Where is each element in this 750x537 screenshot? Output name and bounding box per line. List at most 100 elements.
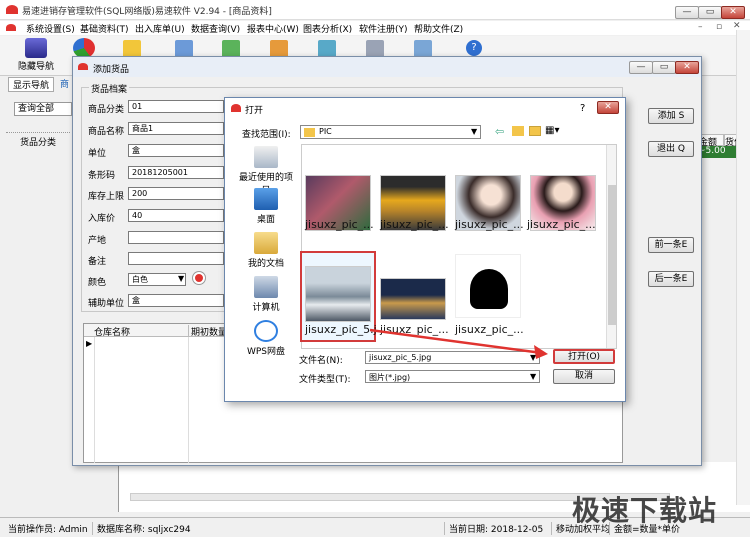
menu-report[interactable]: 报表中心(W) (247, 22, 299, 35)
barcode-input[interactable]: 20181205001 (128, 166, 224, 179)
documents-icon (254, 232, 278, 254)
field-label-origin: 产地 (88, 236, 107, 246)
filename-label: 文件名(N): (299, 356, 343, 366)
open-dialog-close-button[interactable]: ✕ (597, 101, 619, 114)
col-init-qty: 期初数量 (188, 325, 227, 338)
goods-close-button[interactable]: ✕ (675, 61, 699, 74)
desktop-icon (254, 188, 278, 210)
status-database: 数据库名称: sqljxc294 (92, 522, 191, 535)
field-label-purchase-price: 入库价 (88, 214, 116, 224)
help-question-icon[interactable]: ? (580, 103, 585, 114)
remark-input[interactable] (128, 252, 224, 265)
field-label-barcode: 条形码 (88, 171, 116, 181)
exit-button[interactable]: 退出 Q (648, 141, 694, 157)
hide-nav-button[interactable]: 隐藏导航 (16, 36, 56, 72)
origin-input[interactable] (128, 231, 224, 244)
tab-show-nav[interactable]: 显示导航 (8, 77, 55, 92)
filetype-dropdown-arrow[interactable]: ▼ (530, 372, 536, 381)
close-button[interactable]: ✕ (721, 6, 745, 19)
unit-input[interactable]: 盒 (128, 144, 224, 157)
help-icon[interactable]: ? (466, 40, 482, 56)
cancel-button[interactable]: 取消 (553, 369, 615, 384)
file-thumb-7[interactable] (455, 254, 521, 318)
monitor-icon (25, 38, 47, 58)
mdi-restore[interactable]: ▫ (716, 22, 722, 32)
app-title: 易速进销存管理软件(SQL网络版)易速软件 V2.94 - [商品资料] (22, 7, 272, 17)
field-label-color: 颜色 (88, 278, 107, 288)
place-documents[interactable]: 我的文档 (236, 232, 296, 269)
open-dialog-title: 打开 (245, 106, 264, 116)
file-thumb-6[interactable] (380, 278, 446, 320)
annotation-arrow (369, 328, 548, 359)
menu-query[interactable]: 数据查询(V) (191, 22, 240, 35)
cloud-icon (254, 320, 278, 342)
purchase-price-input[interactable]: 40 (128, 209, 224, 222)
place-wps-cloud[interactable]: WPS网盘 (236, 320, 296, 357)
category-tree: 货品分类 (6, 132, 70, 512)
file-list-scrollbar[interactable] (606, 145, 616, 348)
color-picker-icon[interactable] (193, 272, 205, 284)
goods-minimize-button[interactable]: — (629, 61, 653, 74)
menu-system[interactable]: 系统设置(S) (26, 22, 75, 35)
row-pointer-icon: ▶ (86, 339, 93, 348)
computer-icon (254, 276, 278, 298)
mdi-minimize[interactable]: – (698, 22, 703, 32)
col-warehouse-name: 仓库名称 (94, 328, 131, 338)
menu-help[interactable]: 帮助文件(Z) (414, 22, 463, 35)
menu-basic[interactable]: 基础资料(T) (80, 22, 129, 35)
file-name-2[interactable]: jisuxz_pic_... (380, 218, 449, 231)
open-button[interactable]: 打开(O) (553, 349, 615, 364)
stock-limit-input[interactable]: 200 (128, 187, 224, 200)
recent-items-icon (254, 146, 278, 168)
goods-group-title: 货品档案 (89, 82, 130, 95)
field-label-category: 商品分类 (88, 105, 125, 115)
field-label-stock-limit: 库存上限 (88, 192, 125, 202)
tab-goods[interactable]: 商 (60, 77, 69, 90)
lookin-value: PIC (319, 127, 332, 136)
menu-bar: 系统设置(S) 基础资料(T) 出入库单(U) 数据查询(V) 报表中心(W) … (0, 21, 750, 35)
view-menu-icon[interactable]: ▦▾ (545, 125, 559, 136)
filetype-label: 文件类型(T): (299, 375, 351, 385)
lookin-dropdown-arrow: ▼ (471, 127, 478, 136)
goods-maximize-button[interactable]: ▭ (652, 61, 676, 74)
menu-inout[interactable]: 出入库单(U) (135, 22, 185, 35)
add-goods-title-bar: 添加货品 — ▭ ✕ (73, 57, 701, 77)
color-dropdown-arrow[interactable]: ▼ (178, 274, 184, 283)
main-title-bar: 易速进销存管理软件(SQL网络版)易速软件 V2.94 - [商品资料] — ▭… (0, 0, 750, 20)
new-folder-icon[interactable] (529, 126, 541, 136)
category-input[interactable]: 01 (128, 100, 224, 113)
lookin-select[interactable]: PIC ▼ (300, 125, 481, 139)
open-dialog-title-bar: 打开 ? ✕ (225, 98, 625, 118)
file-name-3[interactable]: jisuxz_pic_... (455, 218, 524, 231)
menu-chart[interactable]: 图表分析(X) (303, 22, 352, 35)
maximize-button[interactable]: ▭ (698, 6, 722, 19)
main-vertical-scrollbar[interactable] (736, 30, 750, 505)
field-label-name: 商品名称 (88, 127, 125, 137)
status-date: 当前日期: 2018-12-05 (444, 522, 543, 535)
goods-dialog-icon (78, 63, 88, 70)
query-all-button[interactable]: 查询全部 (14, 102, 72, 116)
place-desktop[interactable]: 桌面 (236, 188, 296, 225)
lookin-label: 查找范围(I): (242, 130, 291, 140)
up-folder-icon[interactable] (512, 126, 524, 136)
next-record-button[interactable]: 后一条E (648, 271, 694, 287)
prev-record-button[interactable]: 前一条E (648, 237, 694, 253)
place-computer[interactable]: 计算机 (236, 276, 296, 313)
open-dialog-icon (231, 104, 241, 112)
field-label-unit: 单位 (88, 149, 107, 159)
menu-icon (6, 24, 16, 31)
aux-unit-input[interactable]: 盒 (128, 294, 224, 307)
add-goods-button[interactable]: 添加 S (648, 108, 694, 124)
scrollbar-thumb[interactable] (608, 185, 616, 325)
angel-avatar-icon (470, 269, 508, 309)
folder-icon (304, 128, 315, 137)
file-name-4[interactable]: jisuxz_pic_... (527, 218, 596, 231)
minimize-button[interactable]: — (675, 6, 699, 19)
file-thumb-5[interactable] (305, 266, 371, 322)
name-input[interactable]: 商品1 (128, 122, 224, 135)
status-operator: 当前操作员: Admin (8, 525, 88, 535)
back-icon[interactable]: ⇦ (495, 125, 504, 138)
file-name-1[interactable]: jisuxz_pic_... (305, 218, 374, 231)
field-label-aux-unit: 辅助单位 (88, 299, 125, 309)
menu-register[interactable]: 软件注册(Y) (359, 22, 408, 35)
